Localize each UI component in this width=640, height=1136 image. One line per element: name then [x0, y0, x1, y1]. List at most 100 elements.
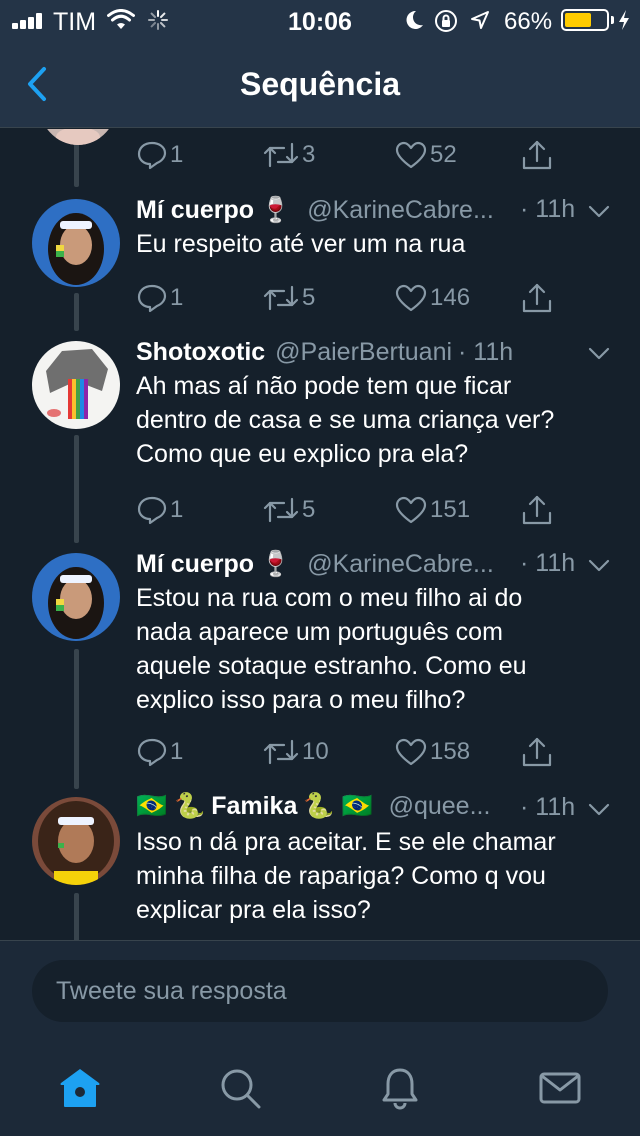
heart-icon	[395, 141, 427, 169]
retweet-count: 5	[302, 284, 316, 311]
tweet-text: Isso n dá pra aceitar. E se ele chamar m…	[136, 825, 616, 927]
tweet-text-line: explico isso para o meu filho?	[136, 686, 466, 714]
reply-button[interactable]: 1	[136, 138, 183, 172]
tweet-header: 🇧🇷 🐍 Famika 🐍 🇧🇷 @quee...	[136, 789, 490, 823]
battery-level	[565, 13, 592, 27]
tweet-text-line: Ah mas aí não pode tem que ficar	[136, 372, 512, 400]
reply-button[interactable]: 1	[136, 493, 183, 527]
avatar[interactable]	[32, 797, 120, 885]
retweet-button[interactable]: 5	[262, 281, 315, 315]
tweet-text-line: nada aparece um português com	[136, 618, 503, 646]
avatar[interactable]	[32, 553, 120, 641]
avatar[interactable]	[32, 341, 120, 429]
tweet-text-line: explicar pra ela isso?	[136, 896, 371, 924]
tweet-author-name[interactable]: Mí cuerpo	[136, 196, 254, 225]
like-count: 151	[430, 496, 471, 523]
tweet-author-handle[interactable]: @PaierBertuani	[275, 338, 452, 367]
thread[interactable]: 1 3 52 Mí cuerpo 🍷 @KarineCabre... · 11h…	[0, 129, 640, 940]
tweet-text: Eu respeito até ver um na rua	[136, 227, 616, 261]
battery-icon	[561, 9, 609, 31]
reply-input[interactable]	[32, 960, 608, 1022]
thread-line	[74, 893, 79, 940]
charging-bolt-icon	[619, 10, 629, 30]
tweet-author-name[interactable]: Mí cuerpo	[136, 550, 254, 579]
retweet-icon	[263, 285, 299, 311]
share-icon[interactable]	[520, 281, 554, 315]
tweet-text-line: Como que eu explico pra ela?	[136, 440, 469, 468]
reply-count: 1	[170, 284, 184, 311]
battery-percent: 66%	[504, 8, 553, 35]
reply-button[interactable]: 1	[136, 735, 183, 769]
tweet-text-line: Isso n dá pra aceitar. E se ele chamar	[136, 828, 556, 856]
tweet-text-line: minha filha de rapariga? Como q vou	[136, 862, 546, 890]
chevron-down-icon[interactable]	[588, 803, 610, 817]
reply-icon	[137, 738, 167, 767]
like-count: 52	[430, 141, 457, 168]
reply-button[interactable]: 1	[136, 281, 183, 315]
wine-emoji: 🍷	[260, 549, 292, 578]
retweet-icon	[263, 739, 299, 765]
tweet-author-name[interactable]: Famika	[211, 792, 297, 821]
location-icon	[471, 11, 489, 29]
retweet-icon	[263, 497, 299, 523]
retweet-count: 10	[302, 738, 329, 765]
retweet-button[interactable]: 3	[262, 138, 315, 172]
tweet-author-name[interactable]: Shotoxotic	[136, 338, 265, 367]
like-button[interactable]: 52	[394, 138, 457, 172]
retweet-button[interactable]: 10	[262, 735, 329, 769]
wine-emoji: 🍷	[260, 195, 292, 224]
avatar[interactable]	[38, 129, 118, 145]
tweet-author-handle[interactable]: @KarineCabre...	[307, 550, 494, 579]
notifications-icon[interactable]	[378, 1066, 422, 1110]
share-icon[interactable]	[520, 138, 554, 172]
tweet-author-handle[interactable]: @KarineCabre...	[307, 196, 494, 225]
page-title: Sequência	[239, 66, 401, 102]
tweet-header: Shotoxotic @PaierBertuani · 11h	[136, 335, 513, 369]
like-button[interactable]: 151	[394, 493, 470, 527]
like-count: 158	[430, 738, 471, 765]
reply-icon	[137, 284, 167, 313]
reply-bar	[0, 940, 640, 1040]
chevron-down-icon[interactable]	[588, 205, 610, 219]
snake-flag-emoji: 🐍 🇧🇷	[303, 791, 373, 820]
tweet-text: Estou na rua com o meu filho ai do nada …	[136, 581, 616, 717]
home-icon[interactable]	[58, 1066, 102, 1110]
heart-icon	[395, 284, 427, 312]
tweet-text: Ah mas aí não pode tem que ficar dentro …	[136, 369, 616, 471]
thread-line	[74, 293, 79, 331]
reply-icon	[137, 496, 167, 525]
tweet-text-line: Estou na rua com o meu filho ai do	[136, 584, 523, 612]
reply-count: 1	[170, 141, 184, 168]
search-icon[interactable]	[218, 1066, 262, 1110]
reply-count: 1	[170, 496, 184, 523]
thread-line	[74, 649, 79, 789]
reply-icon	[137, 141, 167, 170]
share-icon[interactable]	[520, 735, 554, 769]
moon-icon	[406, 10, 423, 29]
reply-count: 1	[170, 738, 184, 765]
tweet-author-handle[interactable]: @quee...	[389, 792, 491, 821]
tab-bar	[0, 1040, 640, 1136]
messages-icon[interactable]	[538, 1066, 582, 1110]
nav-bar: Sequência	[0, 40, 640, 128]
flag-snake-emoji: 🇧🇷 🐍	[136, 791, 206, 820]
chevron-down-icon[interactable]	[588, 559, 610, 573]
status-bar: TIM 10:06 66%	[0, 0, 640, 40]
tweet-text-line: Eu respeito até ver um na rua	[136, 230, 466, 258]
tweet-time: · 11h	[520, 549, 576, 577]
like-button[interactable]: 146	[394, 281, 470, 315]
retweet-button[interactable]: 5	[262, 493, 315, 527]
tweet-time: · 11h	[520, 195, 576, 223]
thread-line	[74, 435, 79, 543]
chevron-down-icon[interactable]	[588, 347, 610, 361]
avatar[interactable]	[32, 199, 120, 287]
share-icon[interactable]	[520, 493, 554, 527]
like-button[interactable]: 158	[394, 735, 470, 769]
heart-icon	[395, 496, 427, 524]
battery-tip	[611, 16, 614, 24]
tweet-header: Mí cuerpo 🍷 @KarineCabre...	[136, 547, 494, 581]
heart-icon	[395, 738, 427, 766]
retweet-count: 3	[302, 141, 316, 168]
retweet-count: 5	[302, 496, 316, 523]
tweet-time: · 11h	[520, 793, 576, 821]
